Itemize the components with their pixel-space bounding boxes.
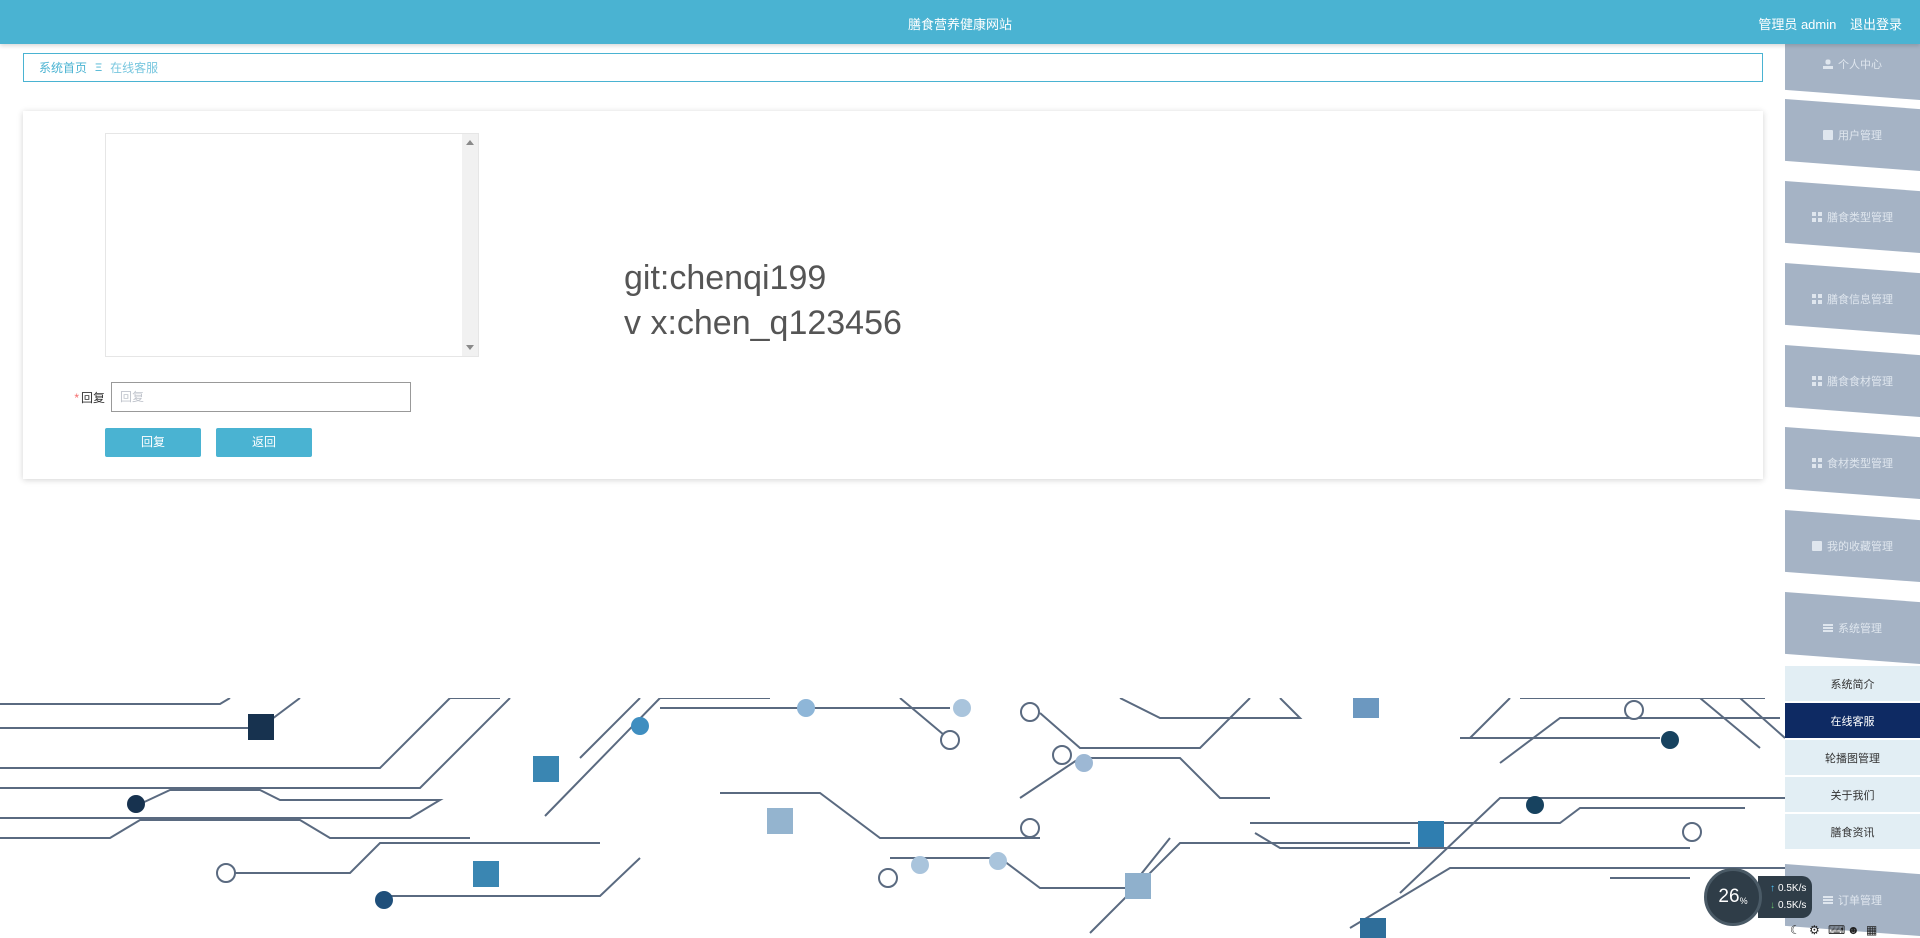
list-icon [1823, 623, 1833, 633]
breadcrumb-home-link[interactable]: 系统首页 [39, 59, 87, 76]
sidebar-item-meal-info[interactable]: 膳食信息管理 [1785, 263, 1920, 335]
cpu-percent-unit: % [1739, 896, 1748, 906]
reply-input[interactable] [111, 382, 411, 412]
grid-icon [1812, 212, 1822, 222]
speed-box: ↑ 0.5K/s ↓ 0.5K/s [1758, 876, 1812, 918]
upload-speed: 0.5 [1778, 883, 1792, 894]
grid-icon [1812, 458, 1822, 468]
circuit-background-image [0, 698, 1785, 938]
download-unit: K/s [1791, 900, 1807, 911]
sidebar-item-label: 膳食信息管理 [1827, 294, 1893, 306]
sub-item-online-service[interactable]: 在线客服 [1785, 703, 1920, 739]
admin-user-label: 管理员 admin [1758, 17, 1837, 32]
sidebar-nav: 个人中心 用户管理 膳食类型管理 膳食信息管理 膳食食材管理 食材类型管理 我的… [1785, 28, 1920, 938]
breadcrumb-current: 在线客服 [110, 61, 159, 75]
chat-scrollbar[interactable] [462, 134, 478, 356]
chat-card: git:chenqi199 v x:chen_q123456 *回复 回复 返回 [23, 111, 1763, 479]
scroll-down-arrow-icon[interactable] [466, 345, 474, 350]
reply-button[interactable]: 回复 [105, 428, 201, 457]
sidebar-item-label: 我的收藏管理 [1827, 541, 1893, 553]
chat-message-area[interactable] [105, 133, 479, 357]
sidebar-item-favorites[interactable]: 我的收藏管理 [1785, 510, 1920, 582]
sidebar-item-label: 食材类型管理 [1827, 458, 1893, 470]
required-mark: * [74, 390, 79, 405]
sidebar-item-label: 用户管理 [1838, 130, 1882, 142]
cpu-gauge[interactable]: 26% [1704, 868, 1762, 926]
watermark-line-vx: v x:chen_q123456 [624, 304, 902, 342]
sub-item-meal-news[interactable]: 膳食资讯 [1785, 814, 1920, 850]
grid-icon [1812, 376, 1822, 386]
settings-icon[interactable]: ⚙ [1809, 923, 1821, 937]
cpu-percent: 26 [1718, 886, 1740, 907]
upload-unit: K/s [1791, 883, 1807, 894]
grid-icon [1812, 294, 1822, 304]
sidebar-item-meal-type[interactable]: 膳食类型管理 [1785, 181, 1920, 253]
watermark-line-git: git:chenqi199 [624, 259, 827, 297]
sidebar-item-label: 个人中心 [1838, 59, 1882, 71]
sidebar-item-label: 膳食食材管理 [1827, 376, 1893, 388]
reply-form-row: * 回复 [63, 382, 411, 412]
network-monitor-widget: ↑ 0.5K/s ↓ 0.5K/s 26% ☾ ⚙ ⌨ ☻ ▦ [1704, 868, 1920, 938]
keyboard-icon[interactable]: ⌨ [1828, 923, 1845, 937]
sidebar-item-meal-ingredients[interactable]: 膳食食材管理 [1785, 345, 1920, 417]
sub-item-system-intro[interactable]: 系统简介 [1785, 666, 1920, 702]
user-info: 管理员 admin 退出登录 [1748, 14, 1902, 33]
system-tray: ☾ ⚙ ⌨ ☻ ▦ [1790, 920, 1878, 938]
download-speed: 0.5 [1778, 900, 1792, 911]
top-navbar: 膳食营养健康网站 管理员 admin 退出登录 [0, 0, 1920, 44]
briefcase-icon [1823, 130, 1833, 140]
person-icon[interactable]: ☻ [1847, 923, 1860, 937]
breadcrumb-separator: Ξ [95, 61, 103, 74]
back-button[interactable]: 返回 [216, 428, 312, 457]
breadcrumb: 系统首页 Ξ 在线客服 [23, 53, 1763, 82]
reply-field-label: * 回复 [63, 389, 105, 406]
sidebar-item-label: 膳食类型管理 [1827, 212, 1893, 224]
download-arrow-icon: ↓ [1770, 900, 1775, 911]
sub-item-carousel[interactable]: 轮播图管理 [1785, 740, 1920, 776]
logout-link[interactable]: 退出登录 [1850, 17, 1902, 32]
sub-item-about-us[interactable]: 关于我们 [1785, 777, 1920, 813]
reply-label-text: 回复 [80, 390, 105, 405]
briefcase-icon [1812, 541, 1822, 551]
scroll-up-arrow-icon[interactable] [466, 140, 474, 145]
sidebar-item-label: 系统管理 [1838, 623, 1882, 635]
user-icon [1823, 59, 1833, 69]
upload-arrow-icon: ↑ [1770, 883, 1775, 894]
contact-watermark: git:chenqi199 v x:chen_q123456 [624, 256, 902, 346]
sidebar-item-user-management[interactable]: 用户管理 [1785, 99, 1920, 171]
apps-grid-icon[interactable]: ▦ [1866, 923, 1878, 937]
sidebar-item-ingredient-type[interactable]: 食材类型管理 [1785, 427, 1920, 499]
moon-icon[interactable]: ☾ [1790, 923, 1802, 937]
site-title: 膳食营养健康网站 [907, 17, 1012, 32]
sidebar-item-system-management[interactable]: 系统管理 [1785, 592, 1920, 664]
